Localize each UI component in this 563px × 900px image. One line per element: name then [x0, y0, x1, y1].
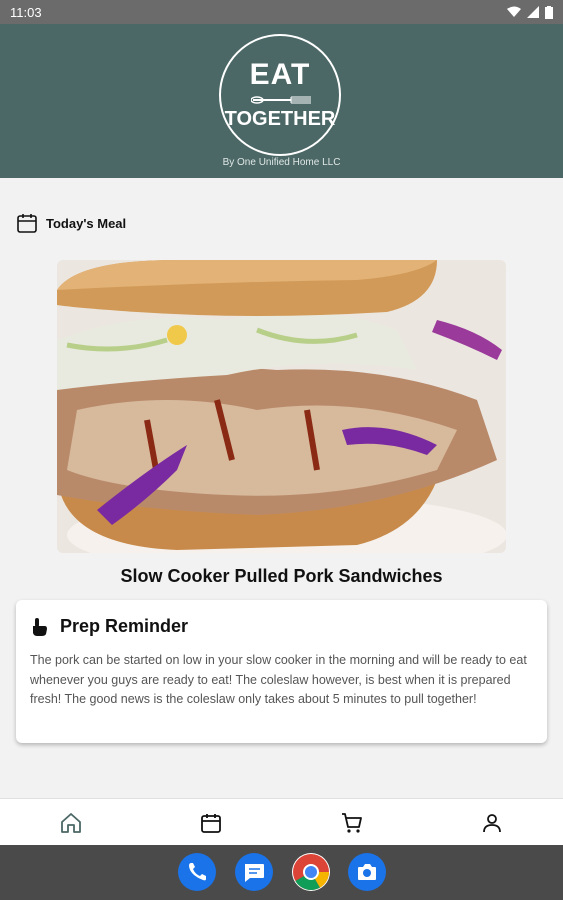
meal-image: [57, 260, 506, 553]
hand-pointer-icon: [33, 617, 47, 636]
logo-text-together: TOGETHER: [224, 108, 336, 130]
messages-app[interactable]: [235, 853, 273, 891]
cart-icon: [342, 813, 362, 833]
camera-app[interactable]: [348, 853, 386, 891]
wifi-icon: [507, 6, 521, 17]
phone-icon: [189, 863, 206, 881]
battery-icon: [545, 5, 553, 19]
eat-together-logo: EAT TOGETHER: [219, 34, 341, 156]
app-header: EAT TOGETHER By One Unified Home LLC: [0, 24, 563, 178]
meal-title: Slow Cooker Pulled Pork Sandwiches: [120, 566, 443, 586]
prep-reminder-header: Prep Reminder: [30, 616, 533, 637]
nav-home[interactable]: [59, 811, 83, 835]
todays-meal-label: Today's Meal: [46, 215, 127, 231]
chrome-app[interactable]: [292, 853, 330, 891]
status-bar: 11:03: [0, 0, 563, 24]
bottom-navigation: [0, 798, 563, 845]
todays-meal-heading: Today's Meal: [16, 212, 126, 234]
signal-icon: [527, 6, 539, 18]
logo-text-eat: EAT: [249, 58, 311, 91]
system-dock: [0, 845, 563, 900]
prep-reminder-card: Prep Reminder The pork can be started on…: [16, 600, 547, 743]
chrome-icon: [293, 854, 329, 891]
status-icons: [507, 5, 553, 19]
fork-icon: [251, 96, 311, 104]
camera-icon: [358, 864, 376, 880]
prep-reminder-text: The pork can be started on low in your s…: [30, 653, 527, 706]
byline: By One Unified Home LLC: [222, 157, 341, 168]
status-time: 11:03: [10, 4, 42, 20]
nav-profile[interactable]: [480, 811, 504, 835]
calendar-icon: [201, 814, 221, 833]
messages-icon: [245, 864, 264, 882]
prep-reminder-title: Prep Reminder: [60, 616, 189, 636]
calendar-icon: [17, 214, 37, 233]
phone-app[interactable]: [178, 853, 216, 891]
profile-icon: [483, 814, 501, 833]
nav-cart[interactable]: [340, 811, 364, 835]
home-icon: [61, 813, 81, 833]
nav-calendar[interactable]: [199, 811, 223, 835]
